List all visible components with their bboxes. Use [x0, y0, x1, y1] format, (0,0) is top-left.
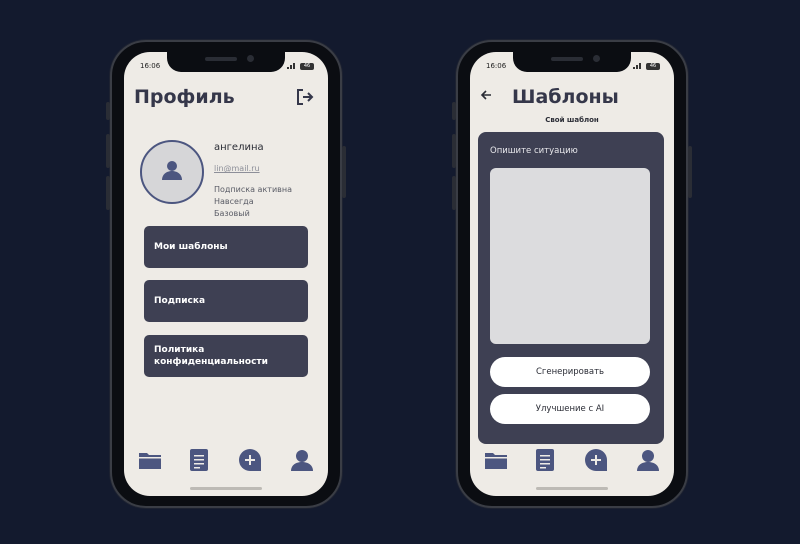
profile-screen: 16:06 46 Профиль ангелина lin@mail.ru По… [124, 52, 328, 496]
template-card: Опишите ситуацию Сгенерировать Улучшение… [478, 132, 664, 444]
profile-icon[interactable] [291, 449, 314, 471]
phone-side-button [452, 102, 456, 120]
privacy-label-line1: Политика [154, 345, 205, 355]
phone-power-button [342, 146, 346, 198]
generate-label: Сгенерировать [535, 367, 605, 377]
generate-button[interactable]: Сгенерировать [490, 357, 650, 387]
phone-volume-down [452, 176, 456, 210]
document-icon[interactable] [190, 449, 209, 471]
user-icon [161, 159, 183, 185]
phone-volume-down [106, 176, 110, 210]
bottom-nav [470, 446, 674, 474]
document-icon[interactable] [536, 449, 555, 471]
battery-icon: 46 [646, 62, 660, 70]
folder-icon[interactable] [484, 451, 507, 469]
phone-volume-up [452, 134, 456, 168]
improve-ai-label: Улучшение с AI [535, 404, 605, 414]
phone-side-button [106, 102, 110, 120]
status-time: 16:06 [140, 62, 161, 70]
subscription-plan: Базовый [214, 209, 250, 218]
home-indicator [536, 487, 608, 490]
situation-textarea[interactable] [490, 168, 650, 344]
add-chat-icon[interactable] [238, 448, 262, 472]
subscription-button[interactable]: Подписка [144, 280, 308, 322]
page-title: Шаблоны [512, 86, 619, 108]
user-email[interactable]: lin@mail.ru [214, 164, 260, 173]
home-indicator [190, 487, 262, 490]
status-time: 16:06 [486, 62, 507, 70]
signal-icon [633, 62, 643, 71]
privacy-policy-button[interactable]: Политика конфиденциальности [144, 335, 308, 377]
improve-ai-button[interactable]: Улучшение с AI [490, 394, 650, 424]
situation-label: Опишите ситуацию [490, 146, 578, 156]
page-title: Профиль [134, 86, 235, 108]
notch [167, 52, 285, 72]
bottom-nav [124, 446, 328, 474]
add-chat-icon[interactable] [584, 448, 608, 472]
back-arrow-icon[interactable] [480, 89, 492, 105]
user-name: ангелина [214, 142, 264, 153]
phone-frame-profile: 16:06 46 Профиль ангелина lin@mail.ru По… [106, 40, 346, 508]
folder-icon[interactable] [138, 451, 161, 469]
battery-icon: 46 [300, 62, 314, 70]
phone-volume-up [106, 134, 110, 168]
profile-icon[interactable] [637, 449, 660, 471]
my-templates-button[interactable]: Мои шаблоны [144, 226, 308, 268]
phone-frame-templates: 16:06 46 Шаблоны Свой шаблон Опишите сит… [452, 40, 692, 508]
subscription-label: Подписка [154, 296, 206, 306]
notch [513, 52, 631, 72]
signal-icon [287, 62, 297, 71]
subscription-status: Подписка активна [214, 185, 292, 194]
subscription-term: Навсегда [214, 197, 254, 206]
section-subtitle: Свой шаблон [545, 116, 599, 124]
my-templates-label: Мои шаблоны [154, 242, 228, 252]
templates-screen: 16:06 46 Шаблоны Свой шаблон Опишите сит… [470, 52, 674, 496]
privacy-label-line2: конфиденциальности [154, 357, 268, 367]
phone-power-button [688, 146, 692, 198]
logout-icon[interactable] [296, 88, 314, 106]
avatar[interactable] [140, 140, 204, 204]
